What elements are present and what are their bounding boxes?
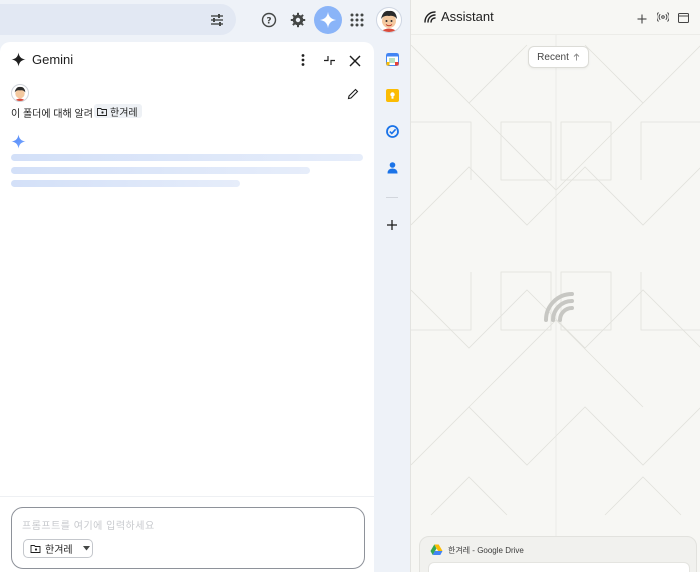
source-dropdown[interactable]: 한겨레 — [23, 539, 93, 558]
recent-label: Recent — [537, 51, 569, 63]
drive-card-label: 한겨레 - Google Drive — [448, 546, 524, 555]
drive-context-card[interactable]: 한겨레 - Google Drive — [419, 536, 697, 572]
prompt-text: 이 폴더에 대해 알려 줘 — [11, 109, 105, 120]
assistant-logo-icon — [423, 10, 437, 29]
avatar[interactable] — [376, 7, 402, 33]
edit-icon[interactable] — [347, 87, 359, 105]
gemini-panel: Gemini 이 폴더에 대해 알려 줘 한겨레 프롬프트를 여기에 입력하세요… — [0, 42, 374, 572]
loading-bar — [11, 154, 363, 161]
top-bar: ? — [0, 0, 410, 40]
folder-icon — [30, 544, 41, 553]
add-icon[interactable] — [385, 218, 399, 232]
apps-grid-icon[interactable] — [343, 6, 371, 34]
header-divider — [411, 34, 700, 35]
broadcast-icon[interactable] — [656, 10, 670, 28]
tasks-icon[interactable] — [385, 124, 399, 138]
drive-card-body — [428, 562, 690, 572]
rail-divider — [386, 197, 398, 198]
tune-icon[interactable] — [203, 6, 231, 34]
assistant-title: Assistant — [441, 9, 494, 24]
assistant-watermark-icon — [542, 290, 576, 329]
contacts-icon[interactable] — [385, 160, 399, 174]
divider — [0, 496, 374, 497]
folder-chip-label: 한겨레 — [110, 107, 138, 119]
side-rail — [374, 40, 410, 572]
prompt-input-placeholder[interactable]: 프롬프트를 여기에 입력하세요 — [22, 517, 155, 532]
collapse-icon[interactable] — [323, 54, 336, 72]
user-avatar — [11, 84, 29, 102]
google-drive-icon — [430, 543, 443, 561]
panel-title: Gemini — [32, 52, 74, 67]
recent-button[interactable]: Recent — [528, 46, 589, 68]
calendar-icon[interactable] — [385, 52, 399, 66]
loading-bar — [11, 167, 310, 174]
more-options-icon[interactable] — [299, 53, 307, 72]
search-bar[interactable] — [0, 4, 236, 35]
help-icon[interactable]: ? — [255, 6, 283, 34]
chevron-down-icon — [82, 546, 90, 551]
folder-icon — [97, 107, 107, 116]
source-dropdown-label: 한겨레 — [45, 545, 73, 556]
svg-text:?: ? — [266, 16, 271, 26]
add-icon[interactable] — [637, 11, 647, 29]
keep-icon[interactable] — [385, 88, 399, 102]
gemini-icon[interactable] — [314, 6, 342, 34]
settings-icon[interactable] — [284, 6, 312, 34]
folder-chip[interactable]: 한겨레 — [94, 104, 142, 119]
gemini-logo-icon — [11, 52, 26, 72]
close-icon[interactable] — [349, 54, 361, 72]
arrow-up-icon — [573, 53, 580, 61]
prompt-input-box[interactable]: 프롬프트를 여기에 입력하세요 한겨레 — [11, 507, 365, 569]
window-icon[interactable] — [678, 10, 689, 28]
assistant-pane: Assistant Recent 한겨레 - Google Drive — [410, 0, 700, 572]
loading-bar — [11, 180, 240, 187]
gemini-response-icon — [11, 134, 26, 154]
